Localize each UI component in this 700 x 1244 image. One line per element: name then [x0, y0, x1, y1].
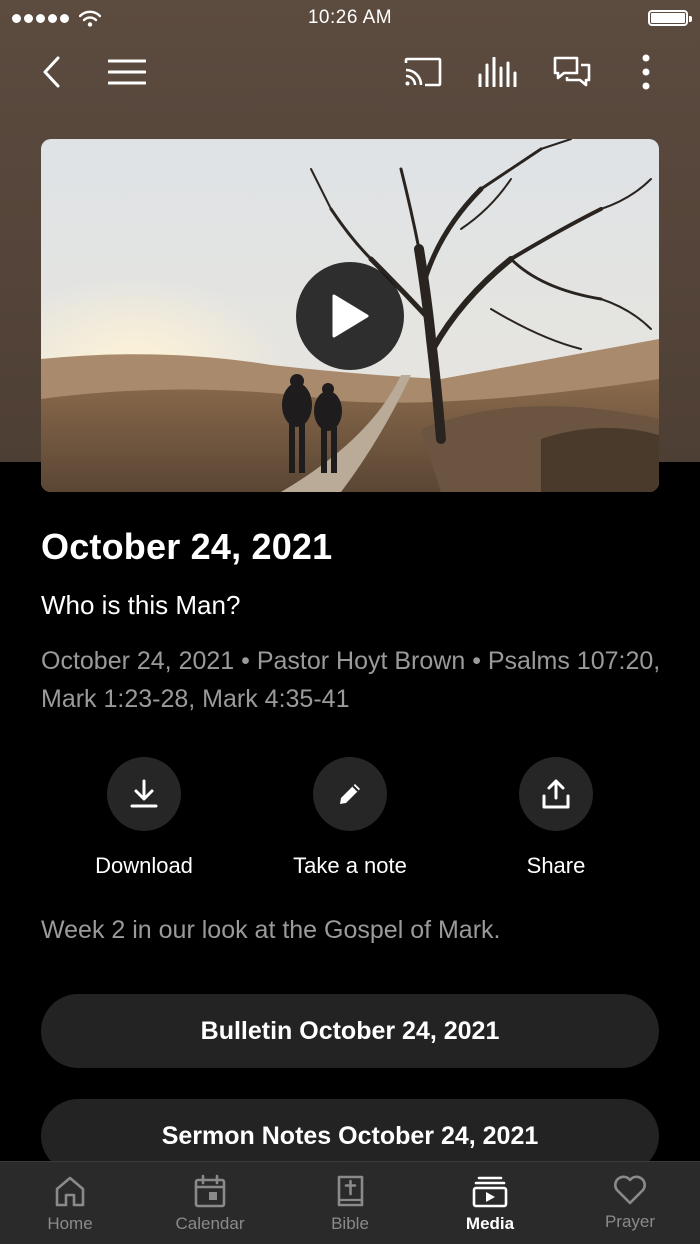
tab-media-label: Media	[465, 1214, 515, 1233]
share-button[interactable]: Share	[456, 757, 656, 879]
tab-home-label: Home	[47, 1214, 93, 1233]
download-icon	[130, 779, 158, 808]
pencil-icon	[340, 784, 360, 804]
sermon-subtitle: Who is this Man?	[41, 590, 241, 620]
tab-prayer[interactable]: Prayer	[560, 1162, 700, 1244]
download-button[interactable]: Download	[44, 757, 244, 879]
take-note-button[interactable]: Take a note	[250, 757, 450, 879]
play-icon	[332, 294, 369, 338]
action-row: Download Take a note Share	[0, 757, 700, 887]
menu-icon[interactable]	[107, 52, 147, 92]
cast-icon[interactable]	[403, 52, 443, 92]
tab-bar: Home Calendar Bible Media Prayer	[0, 1161, 700, 1244]
status-bar: 10:26 AM	[0, 0, 700, 36]
play-button[interactable]	[296, 262, 404, 370]
wifi-icon	[79, 10, 101, 27]
take-note-label: Take a note	[293, 853, 407, 878]
top-navigation	[0, 44, 700, 100]
calendar-icon	[194, 1174, 226, 1208]
download-label: Download	[95, 853, 193, 878]
more-options-icon[interactable]	[626, 52, 666, 92]
tab-prayer-label: Prayer	[604, 1212, 656, 1231]
status-time: 10:26 AM	[307, 7, 393, 28]
bible-icon	[337, 1175, 364, 1207]
back-chevron-icon[interactable]	[32, 52, 72, 92]
battery-icon	[648, 10, 692, 26]
sermon-description: Week 2 in our look at the Gospel of Mark…	[41, 916, 501, 944]
heart-icon	[614, 1175, 646, 1205]
tab-home[interactable]: Home	[0, 1162, 140, 1244]
share-icon	[542, 779, 570, 809]
share-label: Share	[526, 853, 586, 878]
sermon-meta: October 24, 2021 • Pastor Hoyt Brown • P…	[41, 647, 661, 713]
tab-media[interactable]: Media	[420, 1162, 560, 1244]
tab-bible[interactable]: Bible	[280, 1162, 420, 1244]
audio-bars-icon[interactable]	[477, 52, 517, 92]
bulletin-button[interactable]: Bulletin October 24, 2021	[41, 994, 659, 1068]
tab-bible-label: Bible	[331, 1214, 369, 1233]
sermon-video-thumbnail[interactable]	[41, 139, 659, 492]
tab-calendar-label: Calendar	[175, 1214, 245, 1233]
signal-icon	[12, 14, 69, 23]
tab-calendar[interactable]: Calendar	[140, 1162, 280, 1244]
home-icon	[55, 1176, 85, 1207]
chat-icon[interactable]	[552, 52, 592, 92]
media-icon	[472, 1176, 508, 1208]
sermon-title: October 24, 2021	[41, 526, 333, 567]
